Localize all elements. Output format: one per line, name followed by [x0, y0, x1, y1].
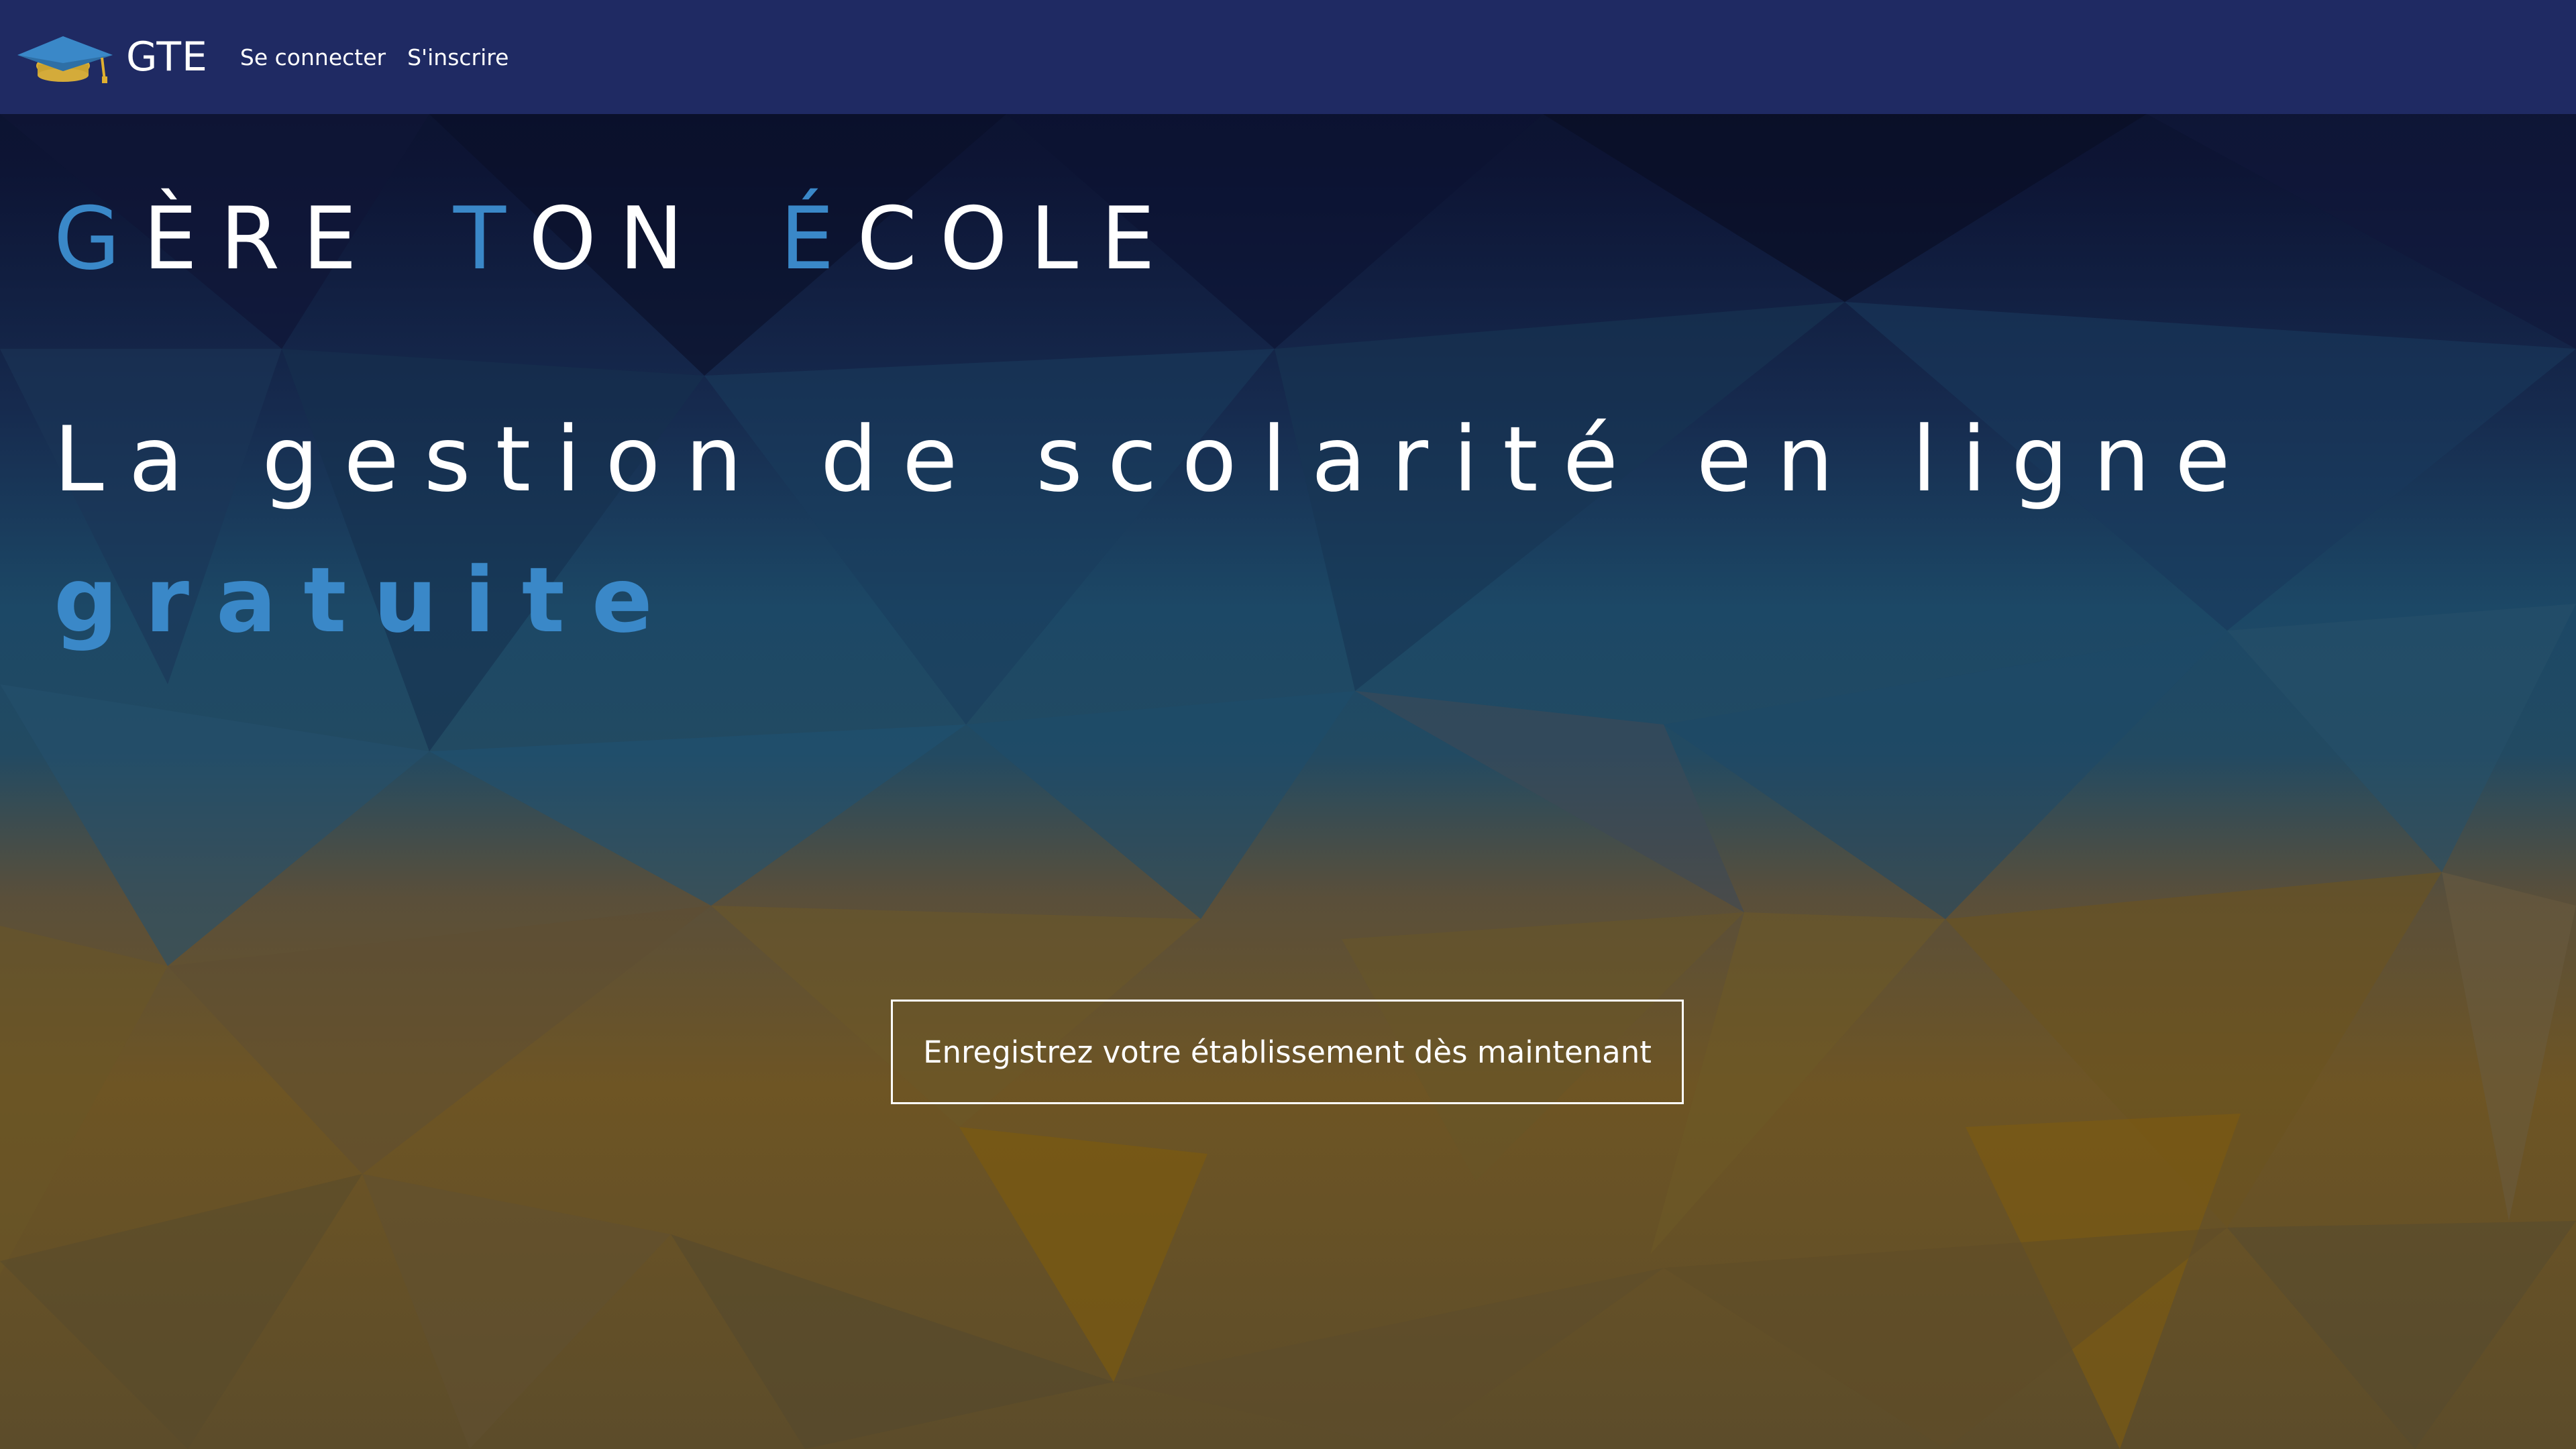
hero-title-rest-3: COLE — [857, 189, 1178, 289]
graduation-cap-icon — [17, 36, 113, 83]
hero-subtitle: La gestion de scolarité en ligne gratuit… — [54, 389, 2469, 671]
brand[interactable]: GTE — [16, 0, 208, 114]
login-link[interactable]: Se connecter — [240, 44, 386, 70]
hero-title-word-1: GÈRE — [54, 189, 380, 289]
hero-title: GÈRE TON ÉCOLE — [54, 189, 1178, 290]
hero-title-rest-2: ON — [529, 189, 706, 289]
signup-link[interactable]: S'inscrire — [407, 44, 508, 70]
brand-name: GTE — [126, 34, 208, 80]
hero-title-initial-2: T — [453, 189, 529, 289]
top-navbar: GTE Se connecter S'inscrire — [0, 0, 2576, 114]
hero-title-word-3: ÉCOLE — [780, 189, 1178, 289]
hero-title-initial-3: É — [780, 189, 857, 289]
hero-title-initial-1: G — [54, 189, 144, 289]
hero-title-word-2: TON — [453, 189, 706, 289]
hero-subtitle-line-1: La gestion de scolarité en ligne — [54, 407, 2255, 512]
hero-title-rest-1: ÈRE — [143, 189, 380, 289]
hero-subtitle-line-2: gratuite — [54, 548, 680, 653]
landing-page: GTE Se connecter S'inscrire GÈRE TON ÉCOLE… — [0, 0, 2576, 1449]
register-school-button[interactable]: Enregistrez votre établissement dès main… — [891, 1000, 1684, 1104]
